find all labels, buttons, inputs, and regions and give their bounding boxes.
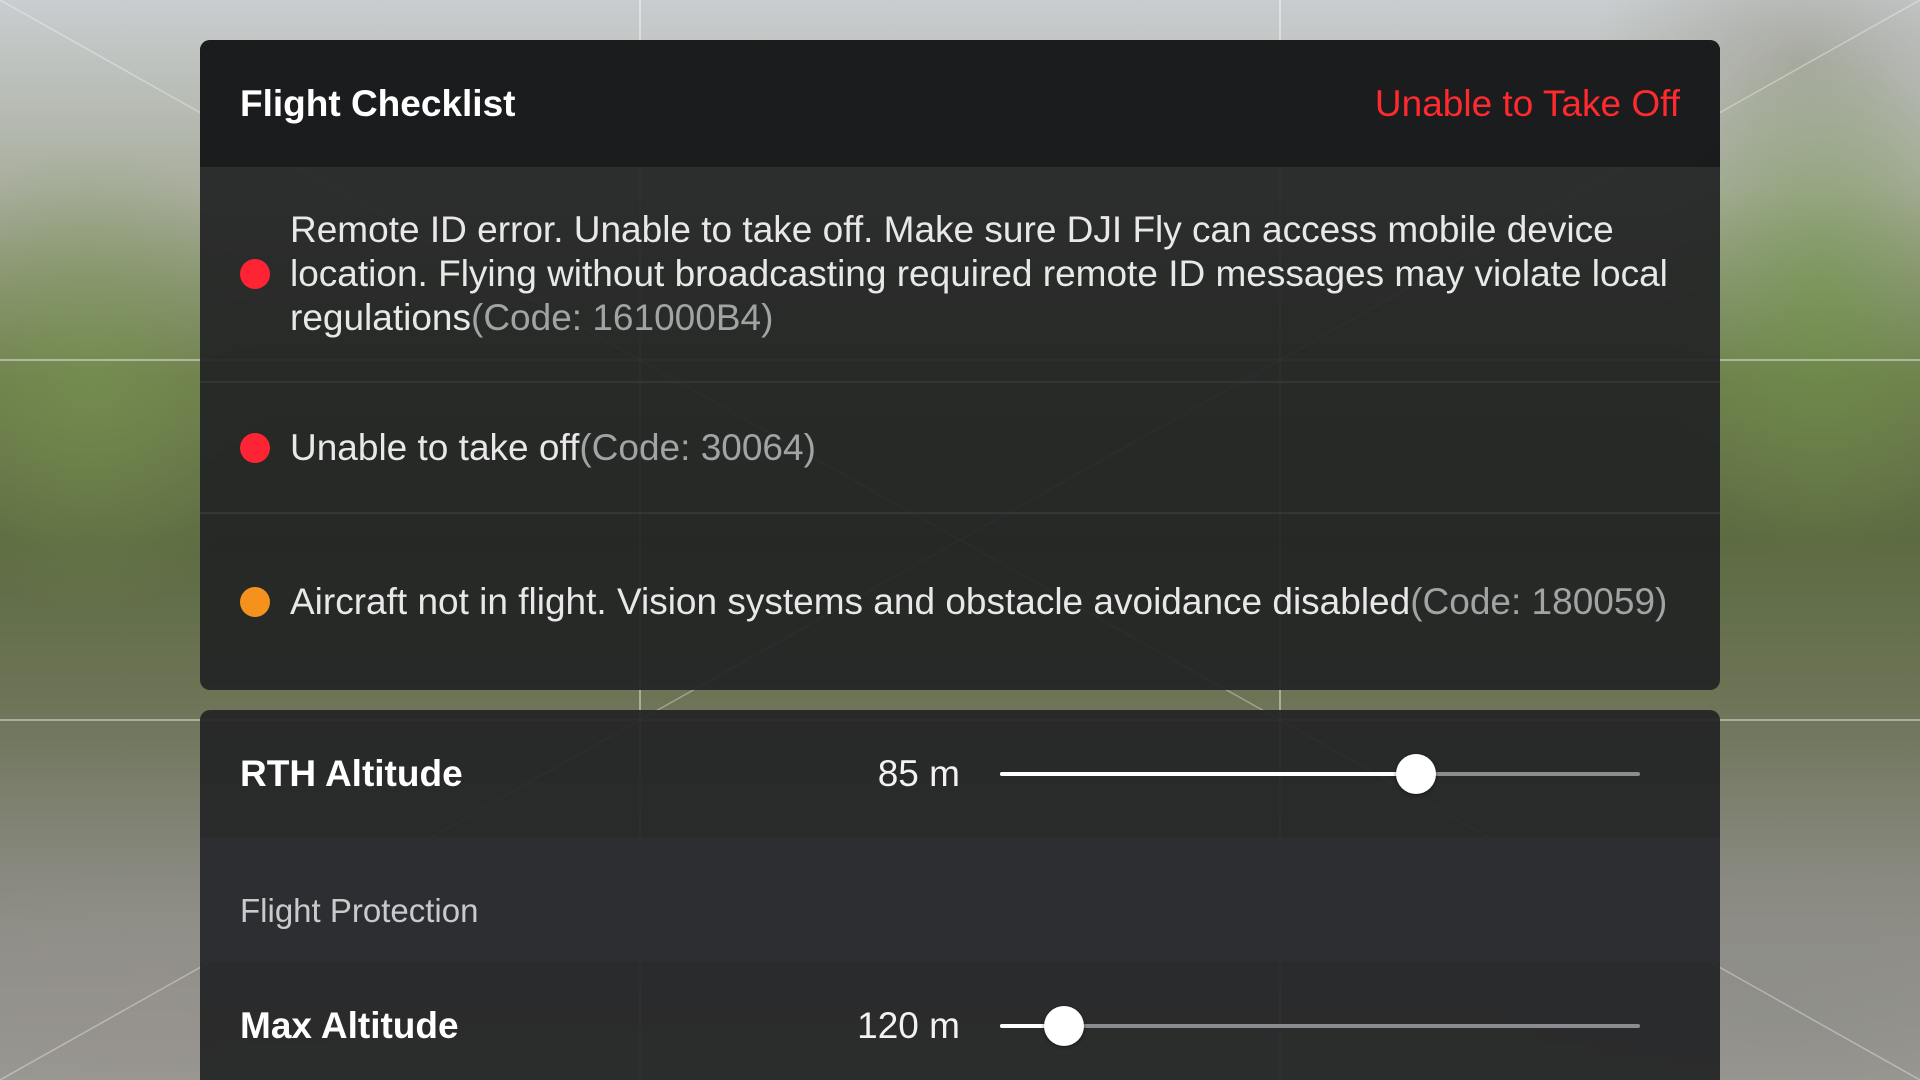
checklist-item-code: (Code: 180059) xyxy=(1410,581,1668,622)
checklist-item: Aircraft not in flight. Vision systems a… xyxy=(200,514,1720,690)
checklist-item-text: Aircraft not in flight. Vision systems a… xyxy=(290,580,1667,624)
rth-altitude-slider[interactable] xyxy=(1000,753,1640,794)
takeoff-status: Unable to Take Off xyxy=(1374,82,1680,124)
rth-altitude-label: RTH Altitude xyxy=(240,752,463,794)
slider-track xyxy=(1000,1023,1640,1028)
checklist-item-text: Unable to take off(Code: 30064) xyxy=(290,426,816,470)
camera-view: Flight Checklist Unable to Take Off Remo… xyxy=(0,0,1920,1080)
warning-status-dot-icon xyxy=(240,587,270,617)
checklist-item: Remote ID error. Unable to take off. Mak… xyxy=(200,167,1720,383)
slider-thumb[interactable] xyxy=(1396,753,1436,794)
max-altitude-label: Max Altitude xyxy=(240,1004,459,1046)
error-status-dot-icon xyxy=(240,259,270,289)
checklist-item-message: Aircraft not in flight. Vision systems a… xyxy=(290,581,1411,622)
flight-protection-section-header: Flight Protection xyxy=(200,837,1720,962)
rth-altitude-value: 85 m xyxy=(877,752,960,794)
slider-fill xyxy=(1000,771,1416,776)
checklist-item-text: Remote ID error. Unable to take off. Mak… xyxy=(290,208,1680,340)
checklist-title: Flight Checklist xyxy=(240,82,516,124)
max-altitude-slider[interactable] xyxy=(1000,1005,1640,1046)
max-altitude-row: Max Altitude 120 m xyxy=(200,962,1720,1080)
section-label: Flight Protection xyxy=(240,891,479,929)
checklist-item: Unable to take off(Code: 30064) xyxy=(200,383,1720,514)
checklist-item-code: (Code: 161000B4) xyxy=(471,297,774,338)
checklist-item-code: (Code: 30064) xyxy=(579,426,816,468)
checklist-header: Flight Checklist Unable to Take Off xyxy=(200,40,1720,167)
rth-altitude-row: RTH Altitude 85 m xyxy=(200,710,1720,837)
max-altitude-value: 120 m xyxy=(857,1004,960,1046)
slider-thumb[interactable] xyxy=(1044,1005,1084,1046)
checklist-item-message: Unable to take off xyxy=(290,426,580,468)
flight-settings-panel: RTH Altitude 85 m Flight Protection Max … xyxy=(200,710,1720,1080)
flight-checklist-panel: Flight Checklist Unable to Take Off Remo… xyxy=(200,40,1720,690)
error-status-dot-icon xyxy=(240,432,270,463)
